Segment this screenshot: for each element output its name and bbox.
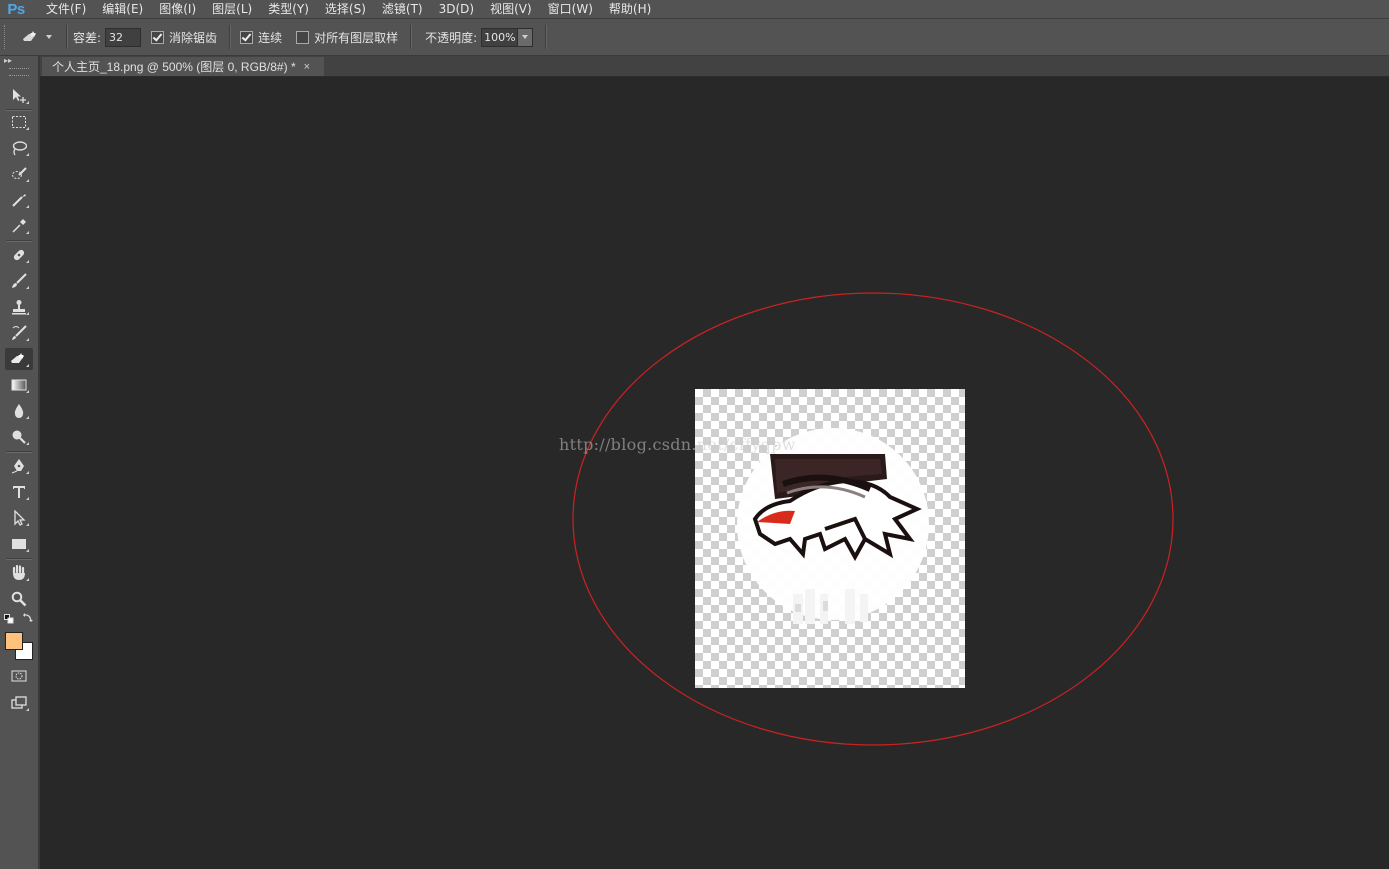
- menu-help[interactable]: 帮助(H): [601, 0, 659, 18]
- divider: [229, 25, 232, 49]
- eyedropper-icon: [12, 219, 26, 233]
- foreground-color-swatch[interactable]: [5, 632, 23, 650]
- menu-filter[interactable]: 滤镜(T): [374, 0, 431, 18]
- dodge-icon: [12, 430, 26, 444]
- quick-mask-icon: [11, 670, 27, 682]
- swap-colors-icon[interactable]: [22, 612, 33, 626]
- brush-tool[interactable]: [5, 270, 33, 292]
- eagle-logo-image: [737, 428, 929, 624]
- opacity-field[interactable]: 100%: [481, 27, 534, 47]
- lasso-icon: [12, 141, 27, 156]
- menu-view[interactable]: 视图(V): [482, 0, 540, 18]
- divider: [66, 25, 68, 49]
- divider: [410, 25, 413, 49]
- blur-icon: [14, 404, 24, 418]
- default-colors-icon[interactable]: [4, 613, 14, 627]
- quick-mask-button[interactable]: [5, 665, 33, 687]
- zoom-tool[interactable]: [5, 588, 33, 610]
- photoshop-logo: Ps: [7, 0, 25, 18]
- contiguous-label: 连续: [258, 30, 283, 45]
- screen-mode-button[interactable]: [5, 692, 33, 714]
- close-icon[interactable]: ×: [304, 61, 310, 73]
- gradient-tool[interactable]: [5, 374, 33, 396]
- marquee-tool[interactable]: [5, 111, 33, 133]
- checkbox-unchecked-icon: [296, 30, 310, 44]
- opacity-dropdown-button[interactable]: [518, 27, 534, 47]
- screen-mode-icon: [11, 696, 27, 709]
- menu-edit[interactable]: 编辑(E): [94, 0, 151, 18]
- type-tool[interactable]: [5, 481, 33, 503]
- rectangle-icon: [12, 539, 26, 549]
- opacity-label: 不透明度:: [425, 30, 478, 45]
- menu-image[interactable]: 图像(I): [151, 0, 204, 18]
- hand-tool[interactable]: [5, 562, 33, 584]
- tool-preset-picker[interactable]: [21, 29, 61, 45]
- menu-file[interactable]: 文件(F): [32, 0, 94, 18]
- type-icon: [13, 486, 25, 498]
- divider: [545, 25, 548, 49]
- tolerance-label: 容差:: [73, 30, 102, 45]
- chevron-down-icon: [522, 35, 529, 39]
- antialias-checkbox[interactable]: 消除锯齿: [151, 29, 217, 46]
- history-brush-icon: [12, 325, 27, 340]
- sample-all-layers-checkbox[interactable]: 对所有图层取样: [296, 29, 398, 46]
- pen-tool[interactable]: [5, 455, 33, 477]
- clone-stamp-tool[interactable]: [5, 296, 33, 318]
- gradient-icon: [11, 379, 27, 391]
- eraser-tool[interactable]: [5, 348, 33, 370]
- crop-tool[interactable]: [5, 189, 33, 211]
- move-tool[interactable]: [5, 85, 33, 107]
- opacity-input[interactable]: 100%: [481, 27, 519, 47]
- toolbox-panel: ▸▸: [0, 56, 40, 869]
- contiguous-checkbox[interactable]: 连续: [240, 29, 282, 46]
- sample-all-layers-label: 对所有图层取样: [314, 30, 399, 45]
- checkbox-checked-icon: [151, 30, 165, 44]
- tolerance-input[interactable]: 32: [105, 27, 142, 47]
- blur-tool[interactable]: [5, 400, 33, 422]
- path-select-tool[interactable]: [5, 507, 33, 529]
- menu-bar: Ps 文件(F) 编辑(E) 图像(I) 图层(L) 类型(Y) 选择(S) 滤…: [0, 0, 1389, 19]
- zoom-icon: [11, 591, 27, 607]
- lasso-tool[interactable]: [5, 137, 33, 159]
- canvas-document-image[interactable]: [695, 389, 965, 688]
- healing-brush-icon: [13, 249, 25, 261]
- menu-window[interactable]: 窗口(W): [540, 0, 601, 18]
- brush-icon: [12, 273, 27, 288]
- clone-stamp-icon: [12, 300, 26, 315]
- history-brush-tool[interactable]: [5, 322, 33, 344]
- magic-eraser-icon: [23, 31, 36, 41]
- collapse-panel-icon[interactable]: ▸▸: [0, 56, 38, 66]
- pen-icon: [11, 459, 24, 474]
- menu-3d[interactable]: 3D(D): [431, 0, 482, 18]
- healing-brush-tool[interactable]: [5, 244, 33, 266]
- eyedropper-tool[interactable]: [5, 215, 33, 237]
- options-bar-grip[interactable]: [4, 25, 11, 49]
- antialias-label: 消除锯齿: [169, 30, 218, 45]
- document-tab-title: 个人主页_18.png @ 500% (图层 0, RGB/8#) *: [52, 60, 296, 74]
- chevron-down-icon: [46, 35, 52, 39]
- crop-icon: [12, 194, 26, 207]
- options-bar: 容差: 32 消除锯齿 连续 对所有图层取样 不透明度: 100%: [0, 19, 1389, 56]
- document-tab[interactable]: 个人主页_18.png @ 500% (图层 0, RGB/8#) * ×: [42, 57, 324, 76]
- menu-type[interactable]: 类型(Y): [260, 0, 317, 18]
- path-select-icon: [14, 510, 26, 526]
- menu-layer[interactable]: 图层(L): [204, 0, 260, 18]
- document-tab-bar: 个人主页_18.png @ 500% (图层 0, RGB/8#) * ×: [40, 56, 1389, 77]
- rectangle-tool[interactable]: [5, 533, 33, 555]
- marquee-icon: [12, 116, 26, 128]
- quick-select-icon: [12, 167, 27, 179]
- menu-select[interactable]: 选择(S): [317, 0, 374, 18]
- quick-select-tool[interactable]: [5, 163, 33, 185]
- dodge-tool[interactable]: [5, 426, 33, 448]
- toolbox-grip[interactable]: [9, 68, 29, 76]
- watermark-text: http://blog.csdn.net/cffyqpw: [559, 435, 796, 454]
- checkbox-checked-icon: [240, 30, 254, 44]
